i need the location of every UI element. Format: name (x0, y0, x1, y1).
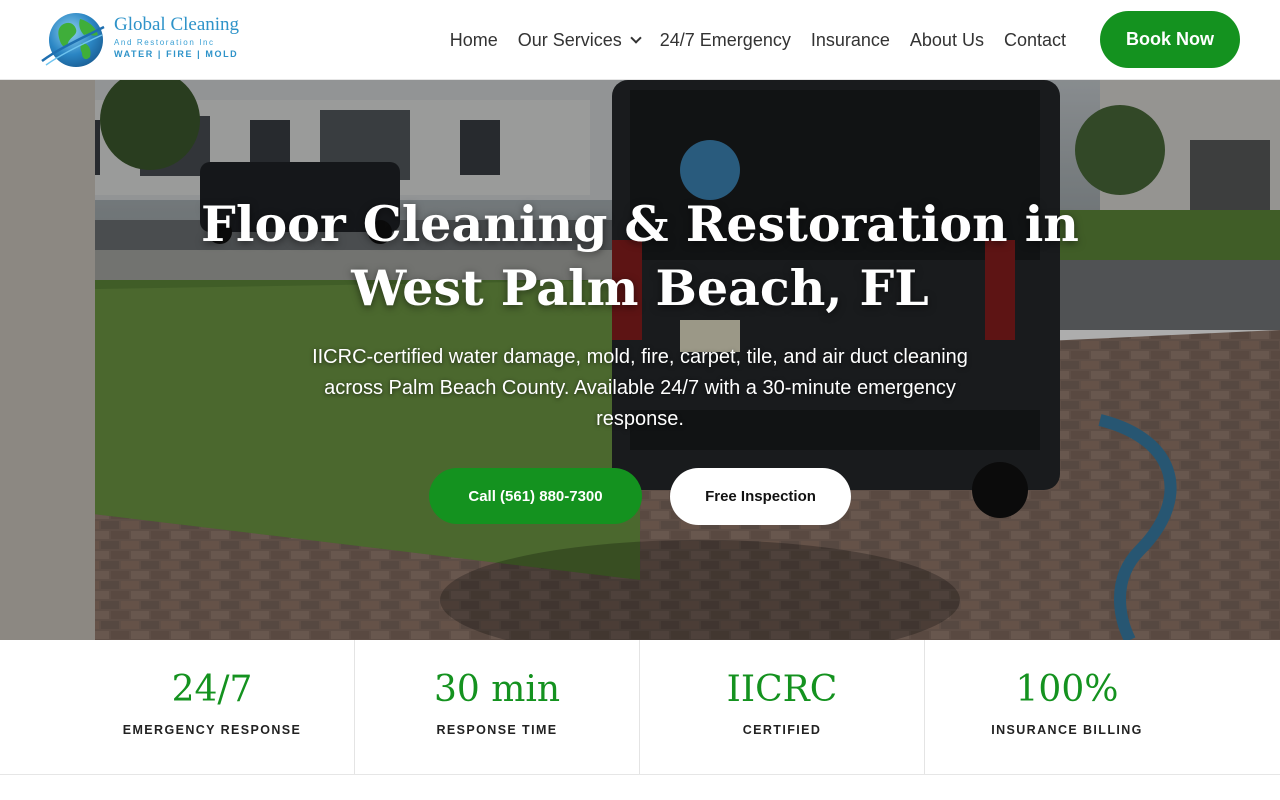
brand-text: Global Cleaning And Restoration Inc WATE… (114, 14, 239, 59)
hero-title: Floor Cleaning & Restoration in West Pal… (140, 192, 1140, 320)
main-nav: Home Our Services 24/7 Emergency Insuran… (440, 0, 1076, 80)
nav-label: About Us (909, 29, 984, 50)
stat-label: RESPONSE TIME (436, 723, 558, 737)
nav-label: Our Services (517, 29, 622, 50)
nav-item-our-services[interactable]: Our Services (508, 30, 650, 51)
stat-label: EMERGENCY RESPONSE (122, 723, 302, 737)
stat-label: CERTIFIED (742, 723, 822, 737)
nav-label: Insurance (810, 29, 890, 50)
brand-name: Global Cleaning (114, 14, 240, 35)
site-header: Global Cleaning And Restoration Inc WATE… (0, 0, 1280, 80)
nav-item-emergency[interactable]: 24/7 Emergency (650, 30, 801, 51)
nav-item-about-us[interactable]: About Us (900, 30, 994, 51)
stat-label: INSURANCE BILLING (991, 723, 1143, 737)
hero-section: Floor Cleaning & Restoration in West Pal… (0, 80, 1280, 640)
brand-logo[interactable]: Global Cleaning And Restoration Inc WATE… (40, 8, 260, 72)
stat-value: 30 min (433, 669, 561, 710)
chevron-down-icon (630, 31, 642, 44)
nav-item-contact[interactable]: Contact (994, 30, 1076, 51)
stat-value: 24/7 (171, 669, 253, 710)
stat-value: IICRC (726, 669, 838, 710)
brand-tags: WATER | FIRE | MOLD (114, 49, 239, 59)
call-phone-button[interactable]: Call (561) 880-7300 (429, 468, 642, 524)
stat-item: 30 min RESPONSE TIME (355, 640, 639, 774)
nav-label: Home (449, 29, 498, 50)
stat-item: 100% INSURANCE BILLING (925, 640, 1209, 774)
nav-item-home[interactable]: Home (440, 30, 508, 51)
brand-subtitle: And Restoration Inc (114, 38, 215, 47)
free-inspection-button[interactable]: Free Inspection (670, 468, 851, 525)
hero-subtitle: IICRC-certified water damage, mold, fire… (312, 346, 968, 430)
stat-item: IICRC CERTIFIED (640, 640, 924, 774)
book-now-button[interactable]: Book Now (1100, 11, 1240, 68)
nav-label: 24/7 Emergency (659, 29, 791, 50)
globe-icon (40, 9, 106, 71)
nav-item-insurance[interactable]: Insurance (801, 30, 900, 51)
hero-title-line1: Floor Cleaning & Restoration in (201, 195, 1079, 253)
stat-value: 100% (1015, 669, 1119, 710)
hero-content: Floor Cleaning & Restoration in West Pal… (0, 80, 1280, 640)
nav-label: Contact (1003, 29, 1066, 50)
stats-bar: 24/7 EMERGENCY RESPONSE 30 min RESPONSE … (0, 640, 1280, 775)
hero-title-line2: West Palm Beach, FL (351, 259, 929, 317)
stat-item: 24/7 EMERGENCY RESPONSE (70, 640, 354, 774)
